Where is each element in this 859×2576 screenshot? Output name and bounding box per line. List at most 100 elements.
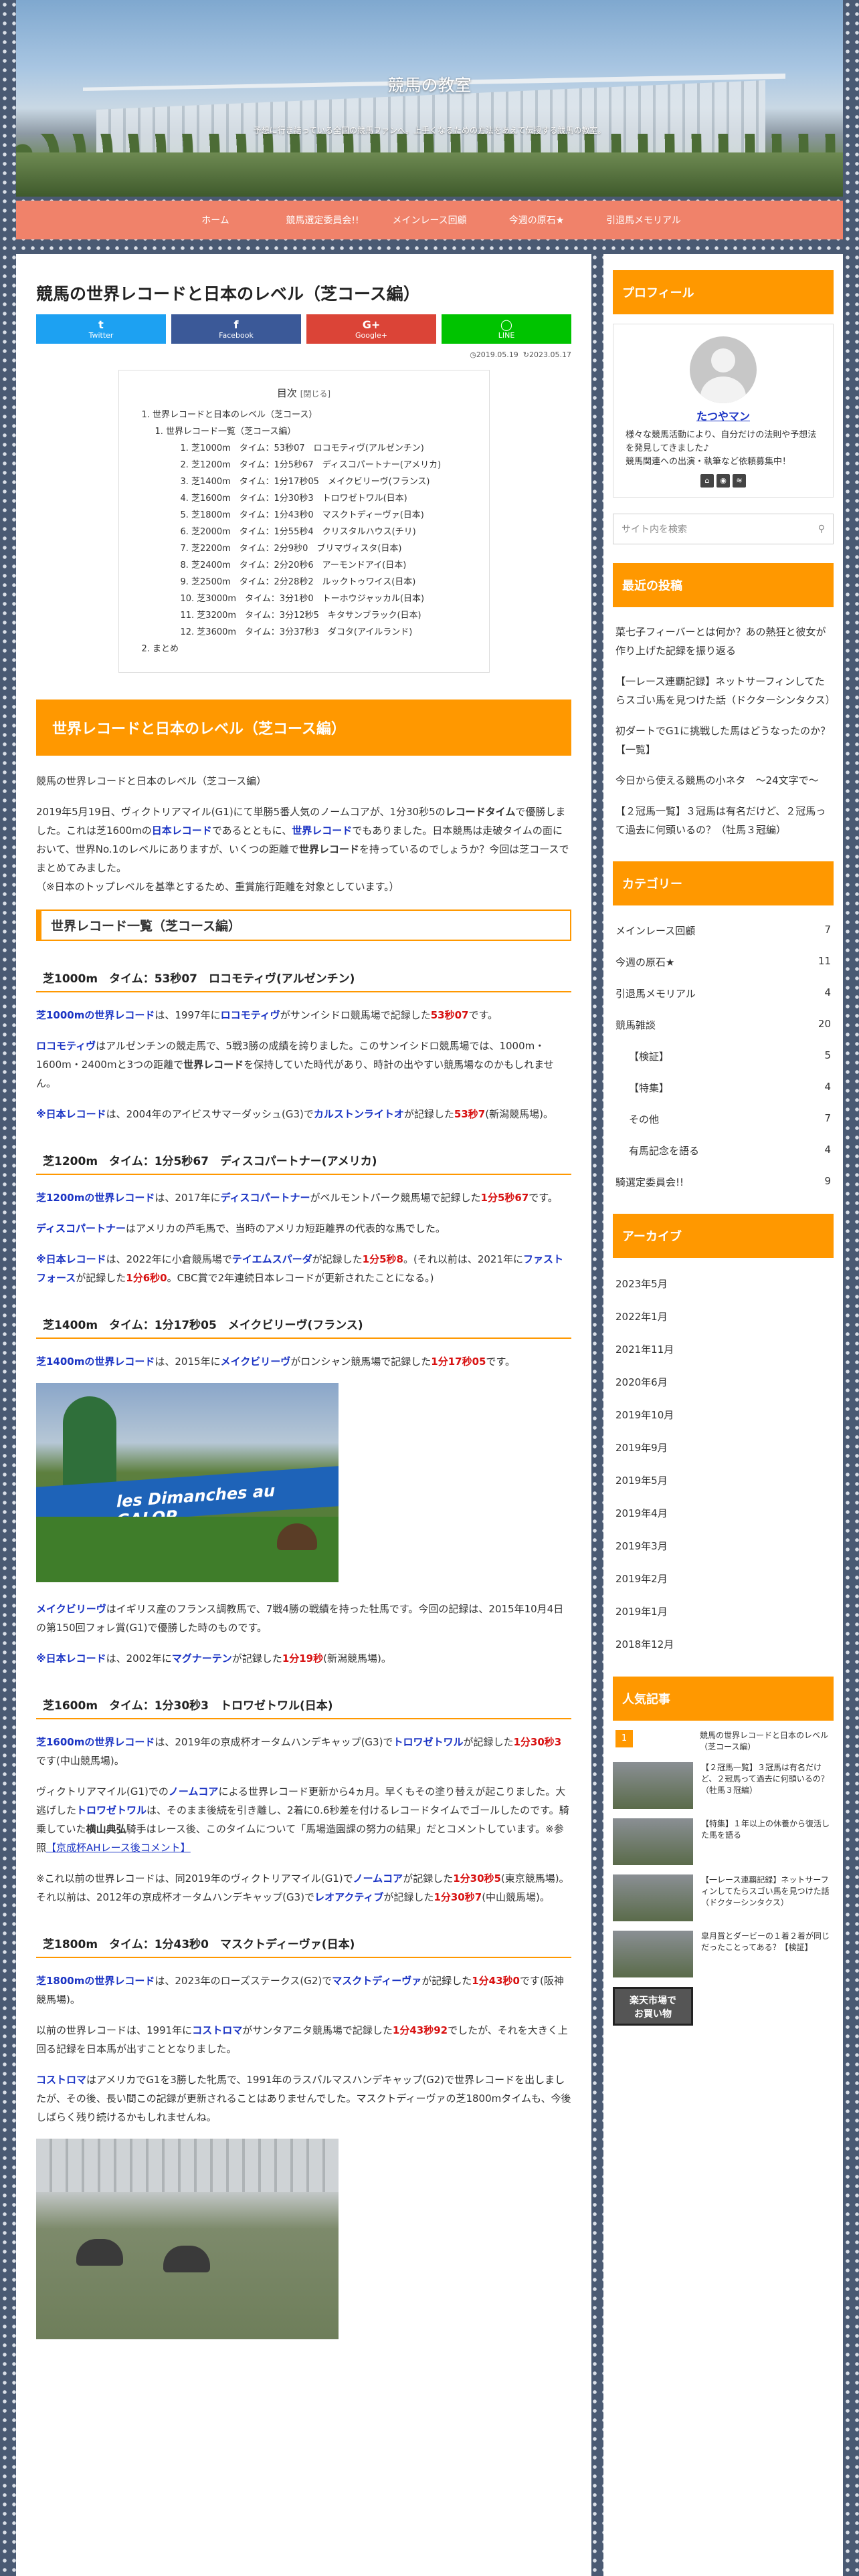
nav-item-main-race[interactable]: メインレース回顧 [376,213,483,227]
recent-post-link[interactable]: 今日から使える競馬の小ネタ 〜24文字で〜 [613,765,834,796]
category-count: 4 [824,1144,831,1156]
toc-link[interactable]: 7. 芝2200m タイム：2分9秒0 ブリマヴィスタ(日本) [181,540,473,557]
toc-link[interactable]: 1. 世界レコードと日本のレベル（芝コース） [142,407,473,423]
table-of-contents: 目次 [閉じる] 1. 世界レコードと日本のレベル（芝コース） 1. 世界レコー… [118,370,490,673]
article-title: 競馬の世界レコードと日本のレベル（芝コース編） [36,284,420,304]
text: です。 [468,1009,498,1021]
category-item[interactable]: メインレース回顧 7 [613,915,834,946]
feedly-icon[interactable]: ◉ [717,474,730,488]
toc-link[interactable]: 5. 芝1800m タイム：1分43秒0 マスクトディーヴァ(日本) [181,507,473,524]
sidebar: プロフィール たつやマン 様々な競馬活動により、自分だけの法則や予想法を発見して… [603,254,843,2576]
text-bold: 世界レコード [298,843,359,855]
toc-link[interactable]: 3. 芝1400m タイム：1分17秒05 メイクビリーヴ(フランス) [181,473,473,490]
race-photo-old [36,2139,339,2339]
record-heading-1800m: 芝1800m タイム：1分43秒0 マスクトディーヴァ(日本) [36,1929,571,1958]
toc-link[interactable]: 10. 芝3000m タイム：3分1秒0 トーホウジャッカル(日本) [181,591,473,607]
category-item[interactable]: 競馬雑談 20 [613,1009,834,1041]
toc-link[interactable]: 2. 芝1200m タイム：1分5秒67 ディスコパートナー(アメリカ) [181,457,473,473]
site-title[interactable]: 競馬の教室 [16,72,843,96]
text: が記録した [463,1736,514,1748]
recent-post-link[interactable]: 菜七子フィーバーとは何か？あの熱狂と彼女が作り上げた記録を振り返る [613,617,834,666]
search-input[interactable]: サイト内を検索 ⚲ [613,514,834,544]
toc-link[interactable]: 11. 芝3200m タイム：3分12秒5 キタサンブラック(日本) [181,607,473,624]
share-twitter-button[interactable]: t Twitter [36,314,166,344]
text-highlight: 芝1000mの世界レコード [36,1009,155,1021]
toc-link[interactable]: 4. 芝1600m タイム：1分30秒3 トロワゼトワル(日本) [181,490,473,507]
text: は、2015年に [155,1356,221,1368]
category-item[interactable]: 【特集】 4 [613,1072,834,1103]
archive-link[interactable]: 2018年12月 [613,1628,834,1660]
record-paragraph: ※日本レコードは、2022年に小倉競馬場でテイエムスパーダが記録した1分5秒8。… [36,1250,571,1287]
popular-post[interactable]: 皐月賞とダービーの１着２着が同じだったことってある？【検証】 [613,1931,834,1977]
horse-name: テイエムスパーダ [231,1253,312,1265]
category-item[interactable]: 【検証】 5 [613,1041,834,1072]
archive-link[interactable]: 2019年3月 [613,1529,834,1562]
toc-link[interactable]: 12. 芝3600m タイム：3分37秒3 ダコタ(アイルランド) [181,624,473,641]
text: 2019年5月19日、ヴィクトリアマイル(G1)にて単勝5番人気のノームコアが、… [36,806,446,818]
text: がロンシャン競馬場で記録した [290,1356,432,1368]
category-item[interactable]: 騎選定委員会!! 9 [613,1166,834,1198]
archive-link[interactable]: 2019年5月 [613,1464,834,1497]
record-paragraph: 芝1200mの世界レコードは、2017年にディスコパートナーがベルモントパーク競… [36,1188,571,1207]
rss-icon[interactable]: ≋ [733,474,746,488]
recent-post-link[interactable]: 初ダートでG1に挑戦した馬はどうなったのか？【一覧】 [613,716,834,765]
archive-link[interactable]: 2020年6月 [613,1366,834,1398]
archive-link[interactable]: 2019年1月 [613,1595,834,1628]
toc-link[interactable]: 1. 芝1000m タイム：53秒07 ロコモティヴ(アルゼンチン) [181,440,473,457]
toc-toggle[interactable]: [閉じる] [300,389,330,399]
text: (中山競馬場)。 [482,1891,550,1903]
record-paragraph: ロコモティヴはアルゼンチンの競走馬で、5戦3勝の成績を誇りました。このサンイシド… [36,1037,571,1093]
post-thumbnail [613,1762,693,1809]
toc-link[interactable]: 2. まとめ [142,641,473,657]
archive-link[interactable]: 2019年2月 [613,1562,834,1595]
share-line-button[interactable]: ◯ LINE [442,314,571,344]
rakuten-banner[interactable]: 楽天市場で お買い物 [613,1987,693,2026]
toc-link[interactable]: 1. 世界レコード一覧（芝コース編） [155,423,473,440]
recent-post-link[interactable]: 【２冠馬一覧】３冠馬は有名だけど、２冠馬って過去に何頭いるの？（牡馬３冠編） [613,796,834,845]
archive-link[interactable]: 2021年11月 [613,1333,834,1366]
text: はアメリカの芦毛馬で、当時のアメリカ短距離界の代表的な馬でした。 [125,1222,446,1235]
text: ヴィクトリアマイル(G1)での [36,1786,169,1798]
archive-link[interactable]: 2023年5月 [613,1267,834,1300]
main-content: 競馬の世界レコードと日本のレベル（芝コース編） t Twitter f Facebo… [16,254,591,2576]
category-item[interactable]: 引退馬メモリアル 4 [613,978,834,1009]
profile-name[interactable]: たつやマン [696,410,750,423]
comment-link[interactable]: 【京成杯AHレース後コメント】 [46,1842,191,1854]
share-googleplus-button[interactable]: G+ Google+ [306,314,436,344]
text-bold: 世界レコード [183,1059,244,1071]
archive-link[interactable]: 2019年10月 [613,1398,834,1431]
popular-post[interactable]: 【２冠馬一覧】３冠馬は有名だけど、２冠馬って過去に何頭いるの？（牡馬３冠編） [613,1762,834,1809]
search-icon[interactable]: ⚲ [818,524,825,534]
popular-post[interactable]: 【一レース連覇記録】ネットサーフィンしてたらスゴい馬を見つけた話（ドクターシンタ… [613,1874,834,1921]
record-paragraph: ※日本レコードは、2002年にマグナーテンが記録した1分19秒(新潟競馬場)。 [36,1649,571,1668]
archive-list: 2023年5月 2022年1月 2021年11月 2020年6月 2019年10月 201… [613,1267,834,1660]
category-name: 【検証】 [629,1051,670,1063]
nav-item-committee[interactable]: 競馬選定委員会!! [269,213,376,227]
toc-link[interactable]: 9. 芝2500m タイム：2分28秒2 ルックトゥワイス(日本) [181,574,473,591]
archive-link[interactable]: 2022年1月 [613,1300,834,1333]
recent-post-link[interactable]: 【一レース連覇記録】ネットサーフィンしてたらスゴい馬を見つけた話（ドクターシンタ… [613,666,836,716]
horse-name: ディスコパートナー [220,1192,310,1204]
record-time: 1分5秒8 [362,1253,403,1265]
category-item[interactable]: 有馬記念を語る 4 [613,1135,834,1166]
category-item[interactable]: その他 7 [613,1103,834,1135]
widget-title-profile: プロフィール [613,270,834,314]
record-paragraph: ※これ以前の世界レコードは、同2019年のヴィクトリアマイル(G1)でノームコア… [36,1869,571,1907]
text-highlight: 日本レコード [151,825,212,837]
nav-item-home[interactable]: ホーム [162,213,269,227]
widget-title-archive: アーカイブ [613,1214,834,1258]
record-heading-1400m: 芝1400m タイム：1分17秒05 メイクビリーヴ(フランス) [36,1310,571,1339]
nav-item-gem[interactable]: 今週の原石★ [483,213,590,227]
record-time: 1分19秒 [282,1652,324,1665]
popular-post[interactable]: 1 競馬の世界レコードと日本のレベル（芝コース編） [613,1730,834,1753]
toc-link[interactable]: 8. 芝2400m タイム：2分20秒6 アーモンドアイ(日本) [181,557,473,574]
popular-post[interactable]: 【特集】１年以上の休養から復活した馬を語る [613,1818,834,1865]
nav-item-retired[interactable]: 引退馬メモリアル [590,213,697,227]
share-facebook-button[interactable]: f Facebook [171,314,301,344]
archive-link[interactable]: 2019年4月 [613,1497,834,1529]
toc-title: 目次 [閉じる] [135,385,473,403]
archive-link[interactable]: 2019年9月 [613,1431,834,1464]
home-icon[interactable]: ⌂ [700,474,714,488]
toc-link[interactable]: 6. 芝2000m タイム：1分55秒4 クリスタルハウス(チリ) [181,524,473,540]
category-item[interactable]: 今週の原石★ 11 [613,946,834,978]
